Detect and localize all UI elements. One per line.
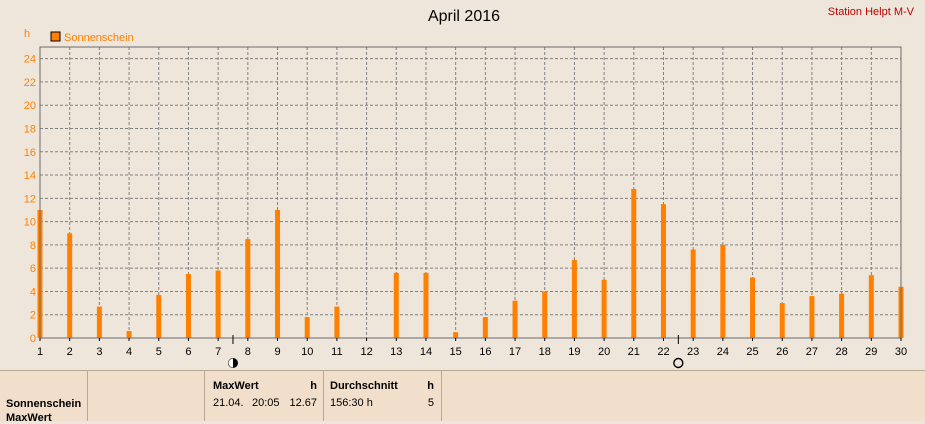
x-tick-label: 24 [717,346,729,358]
bar-day-22 [660,204,666,338]
x-tick-label: 14 [420,346,432,358]
x-tick-label: 2 [67,346,73,358]
bar-day-11 [334,306,340,338]
bar-day-19 [571,260,577,338]
bar-day-20 [601,279,607,338]
bar-day-18 [542,291,548,338]
x-tick-label: 6 [185,346,191,358]
y-tick-label: 0 [30,333,36,345]
x-tick-label: 8 [245,346,251,358]
station-name: Station Helpt M-V [828,6,915,18]
x-tick-label: 11 [331,346,342,358]
x-tick-label: 12 [360,346,372,358]
x-tick-label: 19 [568,346,580,358]
x-tick-label: 28 [835,346,847,358]
y-tick-label: 6 [30,263,36,275]
bar-day-27 [809,296,815,338]
x-tick-label: 17 [509,346,521,358]
legend-label: Sonnenschein [64,32,134,44]
y-tick-label: 4 [30,286,36,298]
x-tick-label: 30 [895,346,907,358]
x-tick-label: 1 [37,346,43,358]
stats-table: Sonnenschein MaxWert MaxWert h 21.04. 20… [0,370,925,424]
x-tick-label: 29 [865,346,877,358]
bar-day-7 [215,270,221,338]
x-tick-label: 3 [96,346,102,358]
bar-day-24 [720,244,726,338]
x-tick-label: 13 [390,346,402,358]
stats-row-label-sunshine: Sonnenschein [6,398,82,410]
avg-days: 5 [427,397,434,409]
bar-day-13 [393,272,399,338]
y-tick-label: 14 [24,170,36,182]
x-tick-label: 9 [274,346,280,358]
bar-day-9 [275,209,281,338]
bar-day-4 [126,331,132,338]
sunshine-chart: April 2016 Station Helpt M-V h Sonnensch… [24,6,915,369]
stats-row-label-max: MaxWert [6,412,52,424]
bar-day-29 [868,275,874,338]
bar-day-10 [304,317,310,338]
avg-value: 156:30 h [330,397,373,409]
x-axis: 1 2 3 4 5 6 7 8 9 10 11 12 13 14 15 16 17 18 19 20 21 22 23 24 2… [37,338,907,358]
x-tick-label: 5 [156,346,162,358]
bar-day-15 [453,332,459,338]
y-tick-label: 18 [24,123,36,135]
plot-frame [39,46,902,339]
y-axis-unit: h [24,28,30,40]
stats-empty-cell [88,371,205,421]
y-axis: 024681012141618202224 [24,54,36,345]
stats-max-cell: MaxWert h 21.04. 20:05 12.67 [205,371,324,421]
x-tick-label: 22 [657,346,669,358]
full-moon-icon [673,357,684,369]
y-tick-label: 20 [24,100,36,112]
legend-swatch [50,31,61,42]
avg-unit: h [427,380,434,392]
chart-title: April 2016 [428,8,500,25]
y-tick-label: 22 [24,77,36,89]
bar-day-16 [482,317,488,338]
x-tick-label: 26 [776,346,788,358]
x-tick-label: 15 [450,346,462,358]
bar-day-28 [839,293,845,338]
x-tick-label: 16 [479,346,491,358]
x-tick-label: 21 [628,346,640,358]
bar-day-5 [156,294,162,338]
max-time: 20:05 [252,397,280,409]
stats-avg-cell: Durchschnitt h 156:30 h 5 [324,371,442,421]
x-tick-label: 27 [806,346,818,358]
x-tick-label: 25 [746,346,758,358]
y-tick-label: 8 [30,240,36,252]
bar-day-3 [96,306,102,338]
bar-day-2 [67,233,73,338]
y-tick-label: 24 [24,54,36,66]
x-tick-label: 20 [598,346,610,358]
y-tick-label: 12 [24,193,36,205]
y-tick-label: 10 [24,217,36,229]
bar-day-6 [185,273,191,338]
x-tick-label: 7 [215,346,221,358]
bar-day-26 [779,303,785,338]
max-header: MaxWert [213,380,259,392]
max-value: 12.67 [289,397,317,409]
bar-day-25 [750,277,756,338]
bar-day-14 [423,272,429,338]
bar-day-17 [512,300,518,338]
max-date: 21.04. [213,397,244,409]
x-tick-label: 18 [539,346,551,358]
y-tick-label: 2 [30,310,36,322]
bar-day-23 [690,249,696,338]
bar-day-21 [631,189,637,338]
legend: Sonnenschein [50,31,134,44]
x-tick-label: 23 [687,346,699,358]
x-tick-label: 4 [126,346,132,358]
grid [40,47,901,338]
max-unit: h [310,380,317,392]
x-tick-label: 10 [301,346,313,358]
avg-header: Durchschnitt [330,380,398,392]
bar-day-8 [245,239,251,338]
y-tick-label: 16 [24,147,36,159]
bars [37,189,904,338]
stats-label-cell: Sonnenschein MaxWert [0,371,88,424]
